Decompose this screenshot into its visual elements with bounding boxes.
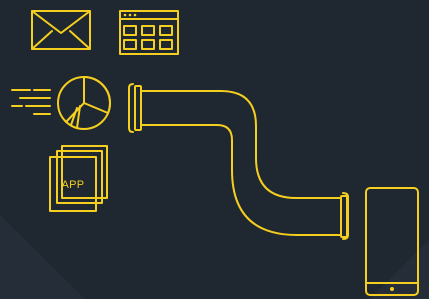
envelope-icon — [31, 10, 91, 50]
background-facet-right — [370, 240, 429, 299]
background-facet-left — [0, 215, 85, 299]
speed-lines — [11, 89, 51, 115]
pipe-icon — [128, 83, 349, 240]
app-label: APP — [62, 179, 85, 191]
app-stack-icon: APP — [49, 145, 108, 212]
app-grid-window-icon — [119, 10, 179, 55]
pie-chart-icon — [57, 76, 111, 130]
illustration-canvas: APP — [0, 0, 429, 299]
illustration-svg: APP — [0, 10, 429, 299]
